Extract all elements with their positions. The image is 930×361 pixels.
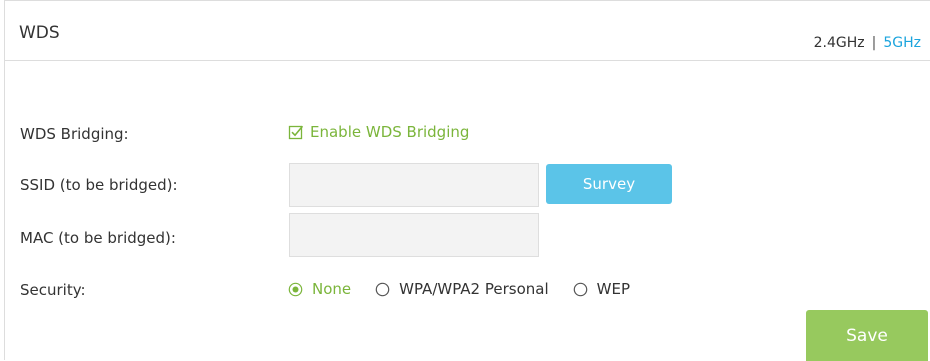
wds-bridging-label: WDS Bridging:	[20, 125, 129, 143]
wds-panel: WDS 2.4GHz | 5GHz WDS Bridging: Enable WDS…	[4, 0, 930, 361]
checkbox-checked-icon	[288, 124, 304, 140]
security-option-none[interactable]: None	[288, 280, 351, 298]
band-separator: |	[871, 35, 877, 51]
security-option-label: WPA/WPA2 Personal	[399, 280, 549, 298]
security-label: Security:	[20, 281, 86, 299]
mac-label: MAC (to be bridged):	[20, 229, 176, 247]
panel-header: WDS 2.4GHz | 5GHz	[5, 1, 930, 61]
radio-unselected-icon	[375, 282, 390, 297]
band-switch: 2.4GHz | 5GHz	[814, 35, 921, 51]
page-title: WDS	[19, 23, 60, 43]
security-option-label: None	[312, 280, 352, 298]
band-2-4ghz-tab[interactable]: 2.4GHz	[814, 35, 865, 51]
enable-wds-bridging-label: Enable WDS Bridging	[310, 123, 470, 141]
survey-button[interactable]: Survey	[546, 164, 672, 204]
enable-wds-bridging-checkbox[interactable]: Enable WDS Bridging	[288, 123, 469, 141]
radio-selected-icon	[288, 282, 303, 297]
ssid-input[interactable]	[289, 163, 539, 207]
security-radio-group: None WPA/WPA2 Personal WEP	[288, 280, 654, 298]
mac-input[interactable]	[289, 213, 539, 257]
band-5ghz-tab[interactable]: 5GHz	[883, 35, 921, 51]
security-option-wep[interactable]: WEP	[573, 280, 630, 298]
security-option-wpa-wpa2-personal[interactable]: WPA/WPA2 Personal	[375, 280, 549, 298]
security-option-label: WEP	[596, 280, 630, 298]
save-button[interactable]: Save	[806, 310, 928, 361]
ssid-label: SSID (to be bridged):	[20, 176, 178, 194]
radio-unselected-icon	[573, 282, 588, 297]
